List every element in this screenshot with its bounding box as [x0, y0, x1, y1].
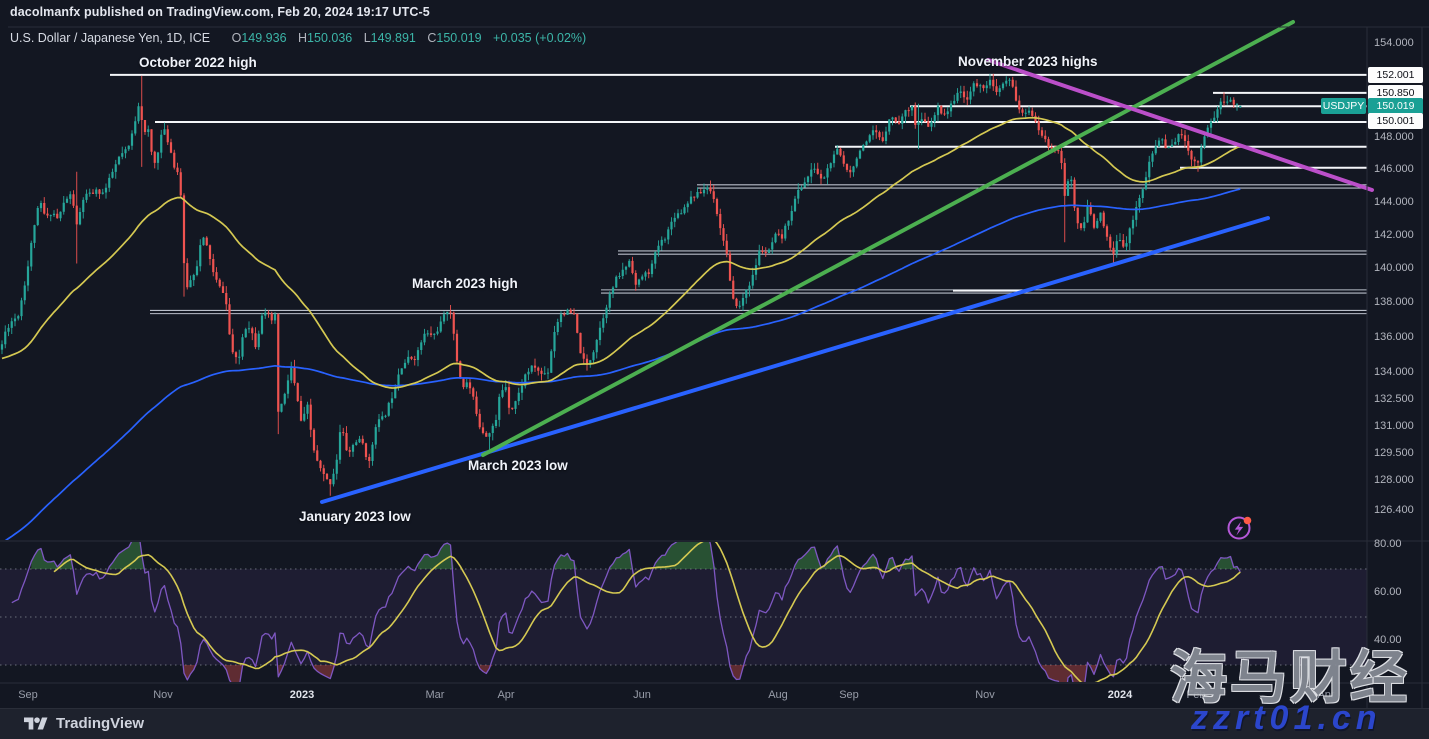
tradingview-brand[interactable]: TradingView — [24, 714, 144, 733]
tradingview-brand-label: TradingView — [56, 715, 144, 732]
time-tick-Mar: Mar — [407, 689, 463, 701]
price-badge-150.001: 150.001 — [1368, 113, 1423, 129]
price-tick-129.500: 129.500 — [1374, 447, 1414, 459]
rsi-tick-60.00: 60.00 — [1374, 586, 1402, 598]
price-tick-132.500: 132.500 — [1374, 393, 1414, 405]
time-tick-Nov: Nov — [135, 689, 191, 701]
close-value: 150.019 — [436, 31, 481, 45]
low-label: L — [364, 31, 371, 45]
price-badge-150.019: 150.019 — [1368, 98, 1423, 114]
price-tick-138.000: 138.000 — [1374, 296, 1414, 308]
time-tick-Apr: Apr — [478, 689, 534, 701]
annotation-november-2023-highs[interactable]: November 2023 highs — [958, 54, 1098, 69]
price-tick-148.000: 148.000 — [1374, 131, 1414, 143]
watermark-site: zzrt01.cn — [1191, 699, 1382, 738]
annotation-january-2023-low[interactable]: January 2023 low — [299, 509, 411, 524]
price-tick-140.000: 140.000 — [1374, 262, 1414, 274]
high-value: 150.036 — [307, 31, 352, 45]
time-tick-2024: 2024 — [1092, 689, 1148, 701]
symbol-title[interactable]: U.S. Dollar / Japanese Yen, 1D, ICE — [10, 31, 210, 45]
time-tick-Aug: Aug — [750, 689, 806, 701]
change-value: +0.035 (+0.02%) — [493, 31, 586, 45]
price-tick-134.000: 134.000 — [1374, 366, 1414, 378]
boost-flash-icon[interactable] — [1224, 512, 1256, 544]
price-tick-146.000: 146.000 — [1374, 163, 1414, 175]
price-tick-154.000: 154.000 — [1374, 37, 1414, 49]
time-tick-Sep: Sep — [0, 689, 56, 701]
price-tick-126.400: 126.400 — [1374, 504, 1414, 516]
rsi-tick-80.00: 80.00 — [1374, 538, 1402, 550]
symbol-legend: U.S. Dollar / Japanese Yen, 1D, ICE O149… — [10, 31, 586, 45]
annotation-october-2022-high[interactable]: October 2022 high — [139, 55, 257, 70]
time-tick-Nov: Nov — [957, 689, 1013, 701]
tradingview-chart-window: dacolmanfx published on TradingView.com,… — [0, 0, 1429, 739]
time-tick-2023: 2023 — [274, 689, 330, 701]
open-label: O — [232, 31, 242, 45]
time-tick-Jun: Jun — [614, 689, 670, 701]
price-tick-142.000: 142.000 — [1374, 229, 1414, 241]
open-value: 149.936 — [241, 31, 286, 45]
low-value: 149.891 — [371, 31, 416, 45]
tradingview-logo-icon — [24, 714, 48, 733]
high-label: H — [298, 31, 307, 45]
time-tick-Sep: Sep — [821, 689, 877, 701]
symbol-price-tag: USDJPY — [1321, 98, 1366, 114]
publish-info-bar: dacolmanfx published on TradingView.com,… — [10, 5, 430, 19]
price-tick-131.000: 131.000 — [1374, 420, 1414, 432]
price-chart-canvas[interactable] — [0, 0, 1429, 739]
price-tick-128.000: 128.000 — [1374, 474, 1414, 486]
price-tick-136.000: 136.000 — [1374, 331, 1414, 343]
annotation-march-2023-high[interactable]: March 2023 high — [412, 276, 518, 291]
price-badge-152.001: 152.001 — [1368, 67, 1423, 83]
annotation-march-2023-low[interactable]: March 2023 low — [468, 458, 568, 473]
price-tick-144.000: 144.000 — [1374, 196, 1414, 208]
